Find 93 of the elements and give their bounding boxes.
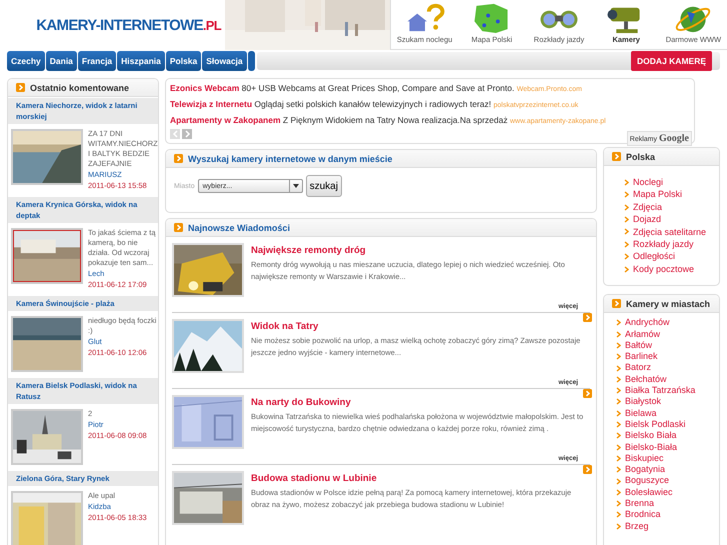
bullet-icon (616, 364, 621, 372)
ad-title[interactable]: Ezonics Webcam (170, 83, 240, 93)
arrow-icon (583, 389, 592, 398)
menu-link[interactable]: Białka Tatrzańska (616, 385, 719, 396)
bullet-icon (624, 216, 629, 223)
panel-title: Wyszukaj kamery internetowe w danym mieście (188, 154, 392, 164)
bullet-icon (616, 319, 621, 326)
bullet-icon (616, 478, 621, 485)
news-title[interactable]: Widok na Tatry (251, 321, 590, 332)
chevron-right-icon (184, 130, 190, 138)
country-tab[interactable]: Hiszpania (117, 51, 165, 71)
menu-link[interactable]: Boguszyce (616, 475, 719, 487)
tab-bar-end (248, 51, 255, 71)
ad-title[interactable]: Telewizja z Internetu (170, 99, 252, 109)
previous-button[interactable] (170, 129, 180, 139)
bullet-icon (616, 353, 621, 360)
bullet-icon (624, 204, 629, 211)
ad-text: Z Pięknym Widokiem na Tatry Nowa realizacja.Na sprzedaż (282, 115, 508, 125)
bullet-icon (624, 266, 629, 273)
bullet-icon (616, 432, 621, 440)
menu-link[interactable]: Bielsko Biała (616, 430, 719, 442)
menu-link[interactable]: Bełchatów (616, 374, 719, 386)
ad-title[interactable]: Apartamenty w Zakopanem (170, 115, 281, 125)
country-tab[interactable]: Francja (78, 51, 116, 71)
bullet-icon (624, 240, 629, 248)
menu-link[interactable]: Brenna (616, 498, 719, 510)
menu-link[interactable]: Bielsk Podlaski (616, 418, 719, 430)
menu-link[interactable]: Arłamów (616, 328, 719, 340)
menu-link[interactable]: Brodnica (616, 509, 719, 521)
menu-link[interactable]: Bielawa (616, 408, 719, 419)
bullet-icon (616, 398, 621, 406)
bullet-icon (616, 330, 621, 338)
arrow-icon (174, 154, 183, 163)
menu-link[interactable]: Biskupiec (616, 452, 719, 464)
arrow-icon (583, 465, 592, 474)
bullet-icon (616, 387, 621, 394)
panel-title: Ostatnio komentowane (30, 82, 130, 92)
menu-link[interactable]: Bogatynia (616, 464, 719, 476)
arrow-icon (583, 313, 592, 322)
site-logo[interactable]: KAMERY-INTERNETOWE.PL (36, 16, 221, 34)
bullet-icon (616, 444, 621, 451)
menu-link[interactable]: Zdjęcia (624, 200, 719, 214)
next-button[interactable] (182, 129, 192, 139)
bullet-icon (616, 342, 621, 349)
news-title[interactable]: Na narty do Bukowiny (251, 397, 590, 408)
google-logo: Google (659, 133, 689, 144)
panel-title: Kamery w miastach (626, 298, 710, 309)
country-tab[interactable]: Czechy (7, 51, 45, 71)
country-tab[interactable]: Dania (46, 51, 77, 71)
panel-title: Polska (626, 152, 656, 162)
news-title[interactable]: Budowa stadionu w Lubinie (251, 473, 590, 484)
add-camera-button[interactable]: DODAJ KAMERĘ (631, 51, 712, 71)
bullet-icon (616, 500, 621, 508)
bullet-icon (616, 511, 621, 518)
news-title[interactable]: Największe remonty dróg (251, 245, 590, 256)
bullet-icon (616, 466, 621, 474)
bullet-icon (624, 178, 629, 186)
menu-link[interactable]: Bolesławiec (616, 486, 719, 498)
menu-link[interactable]: Bałtów (616, 340, 719, 352)
arrow-icon (174, 223, 183, 232)
menu-link[interactable]: Batorz (616, 362, 719, 374)
dropdown-arrow-icon (292, 184, 299, 188)
menu-link[interactable]: Noclegi (624, 176, 719, 188)
menu-link[interactable]: Brzeg (616, 520, 719, 532)
search-button[interactable]: szukaj (306, 175, 342, 197)
panel-title: Najnowsze Wiadomości (188, 222, 290, 232)
menu-link[interactable]: Andrychów (616, 317, 719, 329)
arrow-icon (612, 152, 621, 161)
country-tab[interactable]: Słowacja (202, 51, 247, 71)
bullet-icon (624, 228, 629, 236)
chevron-left-icon (172, 130, 178, 138)
bullet-icon (616, 522, 621, 530)
bullet-icon (616, 421, 621, 428)
menu-link[interactable]: Białystok (616, 396, 719, 408)
ad-text: Oglądaj setki polskich kanałów telewizyjnych i radiowych teraz! (254, 99, 492, 109)
bullet-icon (624, 191, 629, 198)
country-tab[interactable]: Polska (166, 51, 202, 71)
bullet-icon (616, 454, 621, 462)
bullet-icon (616, 410, 621, 417)
menu-link[interactable]: Bielsko-Biała (616, 442, 719, 453)
ad-text: 80+ USB Webcams at Great Prices Shop, Compare and Save at Pronto. (242, 83, 514, 93)
bullet-icon (624, 253, 629, 260)
menu-link[interactable]: Barlinek (616, 351, 719, 362)
bullet-icon (616, 376, 621, 383)
bullet-icon (616, 488, 621, 496)
menu-link[interactable]: Kody pocztowe (624, 262, 719, 276)
menu-link[interactable]: Zdjęcia satelitarne (624, 226, 719, 238)
arrow-icon (612, 299, 621, 308)
menu-link[interactable]: Rozkłady jazdy (624, 238, 719, 250)
menu-link[interactable]: Odległości (624, 250, 719, 263)
arrow-icon (16, 83, 25, 92)
menu-link[interactable]: Dojazd (624, 213, 719, 226)
menu-link[interactable]: Mapa Polski (624, 188, 719, 201)
